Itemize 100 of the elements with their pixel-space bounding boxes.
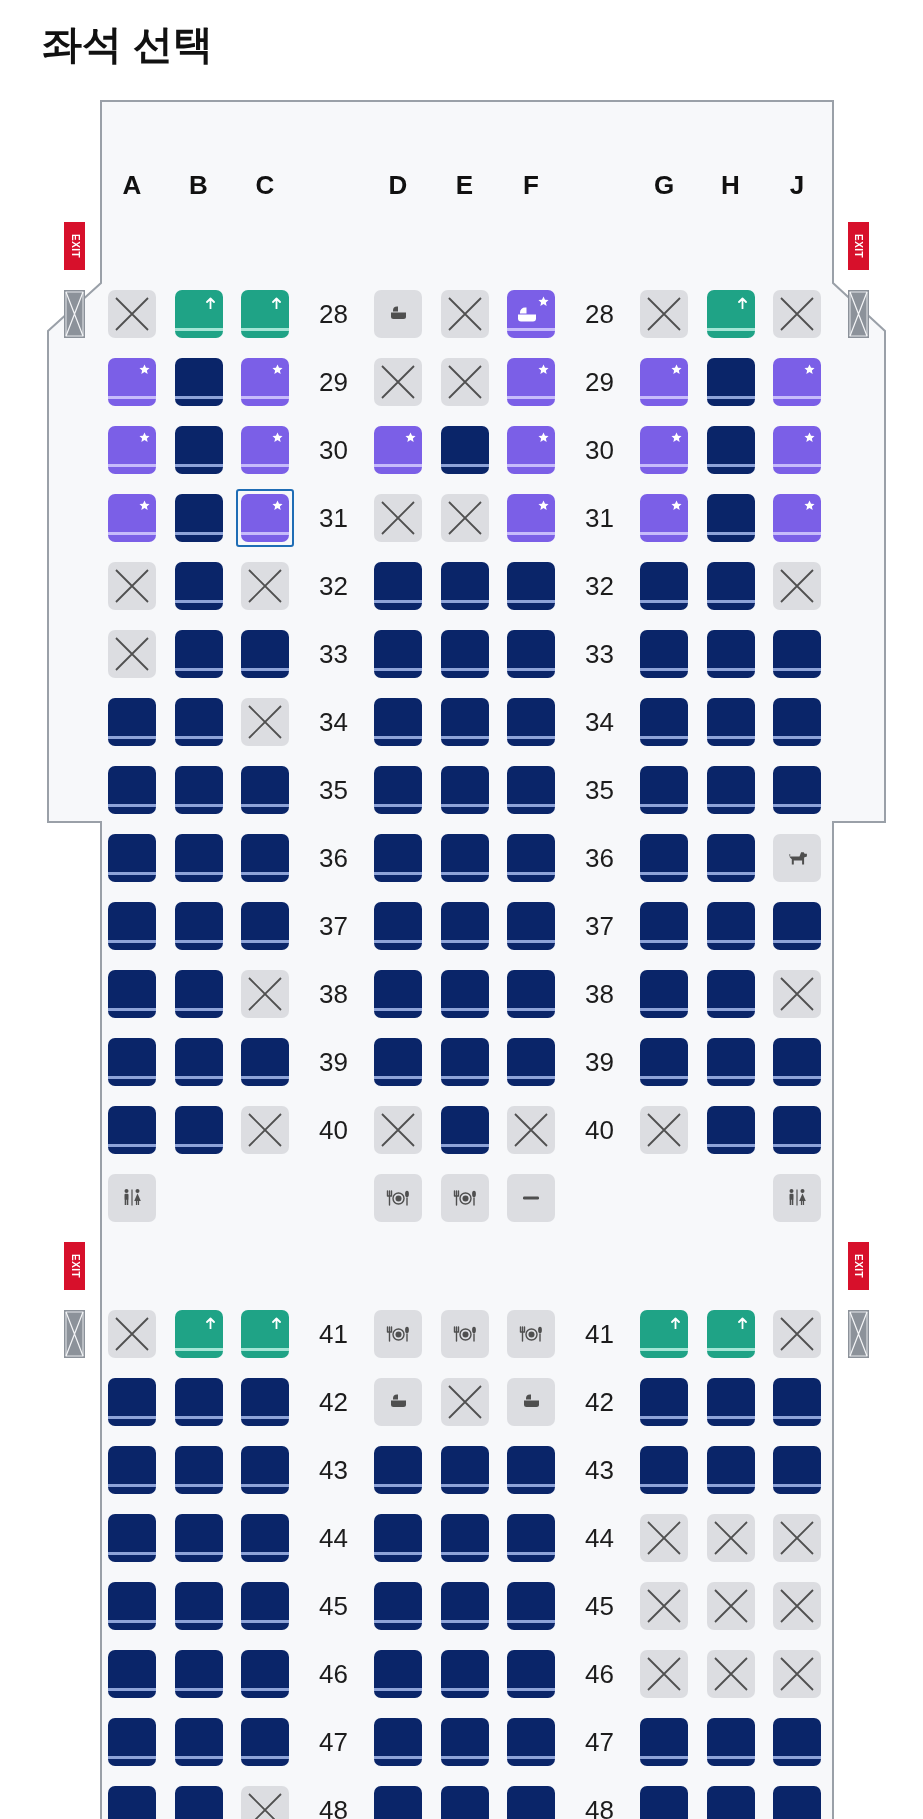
seat[interactable] bbox=[174, 970, 223, 1018]
seat[interactable] bbox=[374, 834, 422, 882]
seat[interactable] bbox=[773, 630, 821, 678]
seat[interactable] bbox=[640, 1718, 688, 1766]
seat[interactable] bbox=[507, 630, 555, 678]
seat[interactable] bbox=[773, 1718, 821, 1766]
seat[interactable] bbox=[374, 1514, 422, 1562]
seat[interactable] bbox=[241, 1106, 289, 1154]
seat[interactable] bbox=[706, 1786, 755, 1819]
seat[interactable] bbox=[241, 902, 289, 950]
seat[interactable] bbox=[706, 902, 755, 950]
seat[interactable] bbox=[706, 834, 755, 882]
seat[interactable] bbox=[640, 970, 688, 1018]
seat[interactable] bbox=[773, 1106, 821, 1154]
seat[interactable] bbox=[374, 494, 422, 542]
seat[interactable] bbox=[241, 630, 289, 678]
seat[interactable] bbox=[507, 1718, 555, 1766]
seat[interactable] bbox=[706, 358, 755, 406]
seat[interactable] bbox=[241, 1378, 289, 1426]
seat[interactable] bbox=[706, 970, 755, 1018]
seat[interactable] bbox=[174, 1446, 223, 1494]
seat[interactable] bbox=[174, 1106, 223, 1154]
seat[interactable] bbox=[108, 698, 156, 746]
seat[interactable] bbox=[440, 1038, 489, 1086]
seat[interactable] bbox=[108, 290, 156, 338]
seat[interactable] bbox=[241, 1650, 289, 1698]
seat[interactable] bbox=[241, 562, 289, 610]
seat[interactable] bbox=[706, 1106, 755, 1154]
seat[interactable] bbox=[706, 1038, 755, 1086]
seat[interactable] bbox=[440, 766, 489, 814]
seat[interactable] bbox=[773, 970, 821, 1018]
seat[interactable] bbox=[374, 358, 422, 406]
seat[interactable] bbox=[440, 1446, 489, 1494]
seat[interactable] bbox=[507, 902, 555, 950]
seat[interactable] bbox=[174, 1514, 223, 1562]
seat[interactable] bbox=[706, 630, 755, 678]
seat[interactable] bbox=[706, 562, 755, 610]
seat[interactable] bbox=[440, 426, 489, 474]
seat[interactable] bbox=[640, 1650, 688, 1698]
seat[interactable] bbox=[108, 562, 156, 610]
seat[interactable] bbox=[174, 426, 223, 474]
seat[interactable] bbox=[174, 1650, 223, 1698]
seat[interactable] bbox=[440, 1106, 489, 1154]
seat[interactable] bbox=[374, 630, 422, 678]
seat[interactable] bbox=[108, 1582, 156, 1630]
seat[interactable] bbox=[174, 494, 223, 542]
seat[interactable] bbox=[374, 902, 422, 950]
seat[interactable] bbox=[108, 970, 156, 1018]
seat[interactable] bbox=[706, 766, 755, 814]
seat[interactable] bbox=[108, 766, 156, 814]
seat[interactable] bbox=[108, 902, 156, 950]
seat[interactable] bbox=[108, 1650, 156, 1698]
seat[interactable] bbox=[108, 1378, 156, 1426]
seat[interactable] bbox=[108, 630, 156, 678]
seat[interactable] bbox=[241, 1718, 289, 1766]
seat[interactable] bbox=[440, 1582, 489, 1630]
seat[interactable] bbox=[773, 562, 821, 610]
seat[interactable] bbox=[174, 1786, 223, 1819]
seat[interactable] bbox=[773, 290, 821, 338]
seat[interactable] bbox=[440, 494, 489, 542]
seat[interactable] bbox=[440, 290, 489, 338]
seat[interactable] bbox=[507, 834, 555, 882]
seat[interactable] bbox=[640, 562, 688, 610]
seat[interactable] bbox=[174, 902, 223, 950]
seat[interactable] bbox=[108, 1514, 156, 1562]
seat[interactable] bbox=[108, 1106, 156, 1154]
seat[interactable] bbox=[440, 1514, 489, 1562]
seat[interactable] bbox=[440, 1786, 489, 1819]
seat[interactable] bbox=[374, 562, 422, 610]
seat[interactable] bbox=[374, 1446, 422, 1494]
seat[interactable] bbox=[507, 1582, 555, 1630]
seat[interactable] bbox=[241, 698, 289, 746]
seat[interactable] bbox=[640, 1582, 688, 1630]
seat[interactable] bbox=[640, 902, 688, 950]
seat[interactable] bbox=[773, 766, 821, 814]
seat[interactable] bbox=[440, 630, 489, 678]
seat[interactable] bbox=[706, 698, 755, 746]
seat[interactable] bbox=[640, 290, 688, 338]
seat[interactable] bbox=[174, 834, 223, 882]
seat[interactable] bbox=[773, 1582, 821, 1630]
seat[interactable] bbox=[640, 1378, 688, 1426]
seat[interactable] bbox=[773, 1378, 821, 1426]
seat[interactable] bbox=[440, 1650, 489, 1698]
seat[interactable] bbox=[507, 698, 555, 746]
seat[interactable] bbox=[374, 1582, 422, 1630]
seat[interactable] bbox=[640, 698, 688, 746]
seat[interactable] bbox=[241, 1582, 289, 1630]
seat[interactable] bbox=[706, 426, 755, 474]
seat[interactable] bbox=[174, 358, 223, 406]
seat[interactable] bbox=[374, 970, 422, 1018]
seat[interactable] bbox=[507, 1106, 555, 1154]
seat[interactable] bbox=[507, 562, 555, 610]
seat[interactable] bbox=[108, 1446, 156, 1494]
seat[interactable] bbox=[374, 1718, 422, 1766]
seat[interactable] bbox=[706, 1446, 755, 1494]
seat[interactable] bbox=[640, 1106, 688, 1154]
seat[interactable] bbox=[174, 1718, 223, 1766]
seat[interactable] bbox=[773, 698, 821, 746]
seat[interactable] bbox=[241, 1038, 289, 1086]
seat[interactable] bbox=[507, 970, 555, 1018]
